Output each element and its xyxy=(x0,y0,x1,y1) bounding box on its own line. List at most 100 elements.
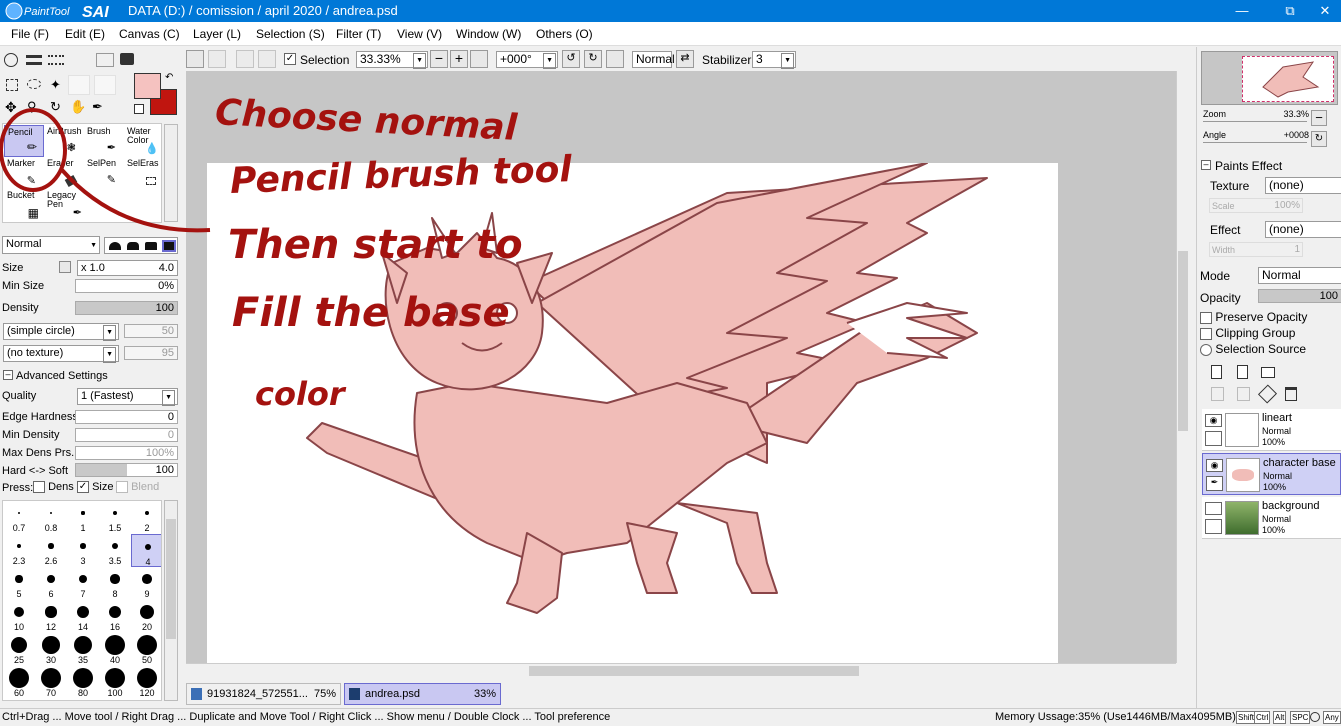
clipping-group-checkbox[interactable]: Clipping Group xyxy=(1200,326,1295,340)
brush-size-cell[interactable]: 8 xyxy=(99,567,131,600)
menu-view[interactable]: View (V) xyxy=(397,27,442,41)
eye-icon[interactable]: ◉ xyxy=(1205,502,1222,515)
transfer-down-icon[interactable] xyxy=(1211,387,1224,401)
menu-layer[interactable]: Layer (L) xyxy=(193,27,241,41)
press-blend-checkbox[interactable]: Blend xyxy=(116,481,159,494)
advanced-settings-label[interactable]: Advanced Settings xyxy=(16,370,108,382)
new-folder-icon[interactable] xyxy=(1261,367,1275,378)
clear-layer-icon[interactable] xyxy=(1257,384,1278,404)
effect-select[interactable]: (none) xyxy=(1265,221,1341,238)
menu-others[interactable]: Others (O) xyxy=(536,27,593,41)
layer-opacity-slider[interactable]: 100 xyxy=(1258,289,1341,303)
eye-icon[interactable]: ◉ xyxy=(1206,459,1223,472)
brush-size-cell[interactable]: 3 xyxy=(67,534,99,567)
texture-select[interactable]: (none) xyxy=(1265,177,1341,194)
brush-size-cell[interactable]: 5 xyxy=(3,567,35,600)
menu-selection[interactable]: Selection (S) xyxy=(256,27,325,41)
menu-file[interactable]: File (F) xyxy=(11,27,49,41)
zoom-out-icon[interactable]: − xyxy=(430,50,448,68)
quality-select[interactable]: 1 (Fastest) ▼ xyxy=(77,388,178,406)
edge-hardness-slider[interactable]: 0 xyxy=(75,410,178,424)
brush-size-cell[interactable]: 60 xyxy=(3,666,35,699)
hard-soft-slider[interactable]: 100 xyxy=(75,463,178,477)
vertical-scroll-thumb[interactable] xyxy=(1178,251,1188,431)
press-dens-checkbox[interactable]: Dens xyxy=(33,481,74,494)
undo-icon[interactable] xyxy=(186,50,204,68)
rotate-reset-icon[interactable] xyxy=(606,50,624,68)
canvas-blend-select[interactable]: Normal xyxy=(632,51,675,68)
nav-rotate-icon[interactable]: ↻ xyxy=(1311,131,1327,147)
grid-icon[interactable] xyxy=(96,53,114,67)
redo-icon[interactable] xyxy=(208,50,226,68)
brush-size-cell[interactable]: 70 xyxy=(35,666,67,699)
scale-slider[interactable]: 100% xyxy=(1209,198,1303,213)
angle-track[interactable] xyxy=(1203,142,1307,143)
brush-size-cell[interactable]: 6 xyxy=(35,567,67,600)
rotate-right-icon[interactable]: ↻ xyxy=(584,50,602,68)
doc-tab-2[interactable]: andrea.psd 33% xyxy=(344,683,501,705)
nav-zoom-out-icon[interactable]: − xyxy=(1311,110,1327,126)
layer-item-background[interactable]: ◉ background Normal 100% xyxy=(1202,497,1341,539)
brush-size-cell[interactable]: 25 xyxy=(3,633,35,666)
shape-soft-icon[interactable] xyxy=(127,242,139,250)
new-linework-layer-icon[interactable] xyxy=(1237,365,1248,379)
primary-color-swatch[interactable] xyxy=(134,73,161,99)
brush-size-cell[interactable]: 120 xyxy=(131,666,161,699)
brush-size-cell[interactable]: 2.3 xyxy=(3,534,35,567)
lock-icon[interactable] xyxy=(1205,519,1222,534)
close-button[interactable]: ✕ xyxy=(1305,0,1341,22)
menu-canvas[interactable]: Canvas (C) xyxy=(119,27,180,41)
paints-effect-header[interactable]: Paints Effect xyxy=(1215,159,1282,173)
navigator-viewport[interactable] xyxy=(1242,56,1334,102)
brush-shape-select[interactable]: (simple circle) ▼ xyxy=(3,323,119,341)
rect-select-icon[interactable] xyxy=(6,79,18,91)
brush-size-cell[interactable]: 30 xyxy=(35,633,67,666)
size-grid-scrollbar[interactable] xyxy=(164,500,178,701)
doc-tab-1[interactable]: 91931824_572551... 75% xyxy=(186,683,341,705)
brush-size-cell[interactable]: 2.6 xyxy=(35,534,67,567)
min-density-slider[interactable]: 0 xyxy=(75,428,178,442)
rotate-left-icon[interactable]: ↺ xyxy=(562,50,580,68)
brush-size-cell[interactable]: 80 xyxy=(67,666,99,699)
texture-strength-slider[interactable]: 95 xyxy=(124,346,178,360)
zoom-in-icon[interactable]: + xyxy=(450,50,468,68)
zoom-select[interactable]: 33.33% ▼ xyxy=(356,51,428,69)
zoom-track[interactable] xyxy=(1203,121,1307,122)
brush-texture-select[interactable]: (no texture) ▼ xyxy=(3,345,119,363)
layer-item-character-base[interactable]: ◉ ✒ character base Normal 100% xyxy=(1202,453,1341,495)
stabilizer-select[interactable]: 3 ▼ xyxy=(752,51,796,69)
menu-filter[interactable]: Filter (T) xyxy=(336,27,381,41)
brush-size-cell[interactable]: 9 xyxy=(131,567,161,600)
brush-size-cell[interactable]: 10 xyxy=(3,600,35,633)
deselect-icon[interactable] xyxy=(236,50,254,68)
size-menu-button[interactable] xyxy=(59,261,71,273)
brush-size-cell[interactable]: 16 xyxy=(99,600,131,633)
vertical-scrollbar[interactable] xyxy=(1176,71,1189,663)
preserve-opacity-checkbox[interactable]: Preserve Opacity xyxy=(1200,310,1307,324)
collapse-icon[interactable]: – xyxy=(3,370,13,380)
layer-mode-select[interactable]: Normal xyxy=(1258,267,1341,284)
brush-size-cell[interactable]: 50 xyxy=(131,633,161,666)
horizontal-scroll-thumb[interactable] xyxy=(529,666,859,676)
brush-size-cell[interactable]: 35 xyxy=(67,633,99,666)
shape-flat-icon[interactable] xyxy=(162,240,176,252)
width-slider[interactable]: 1 xyxy=(1209,242,1303,257)
selection-source-radio[interactable]: Selection Source xyxy=(1200,342,1306,356)
navigator[interactable] xyxy=(1201,51,1338,105)
swap-colors-icon[interactable]: ↶ xyxy=(165,72,173,83)
brush-size-cell[interactable]: 14 xyxy=(67,600,99,633)
delete-layer-icon[interactable] xyxy=(1285,387,1297,401)
brush-size-cell[interactable]: 12 xyxy=(35,600,67,633)
lasso-icon[interactable] xyxy=(27,79,41,89)
brush-size-cell[interactable]: 40 xyxy=(99,633,131,666)
size-input[interactable]: x 1.0 4.0 xyxy=(77,260,178,276)
horizontal-scrollbar[interactable] xyxy=(186,663,1176,677)
selection-checkbox[interactable]: ✓ xyxy=(284,53,296,66)
maximize-button[interactable]: ⧉ xyxy=(1270,0,1310,22)
density-slider[interactable]: 100 xyxy=(75,301,178,315)
brush-size-cell[interactable]: 2 xyxy=(131,501,161,534)
max-dens-slider[interactable]: 100% xyxy=(75,446,178,460)
brush-size-cell[interactable]: 4 xyxy=(131,534,161,567)
brush-size-cell[interactable]: 100 xyxy=(99,666,131,699)
menu-window[interactable]: Window (W) xyxy=(456,27,521,41)
